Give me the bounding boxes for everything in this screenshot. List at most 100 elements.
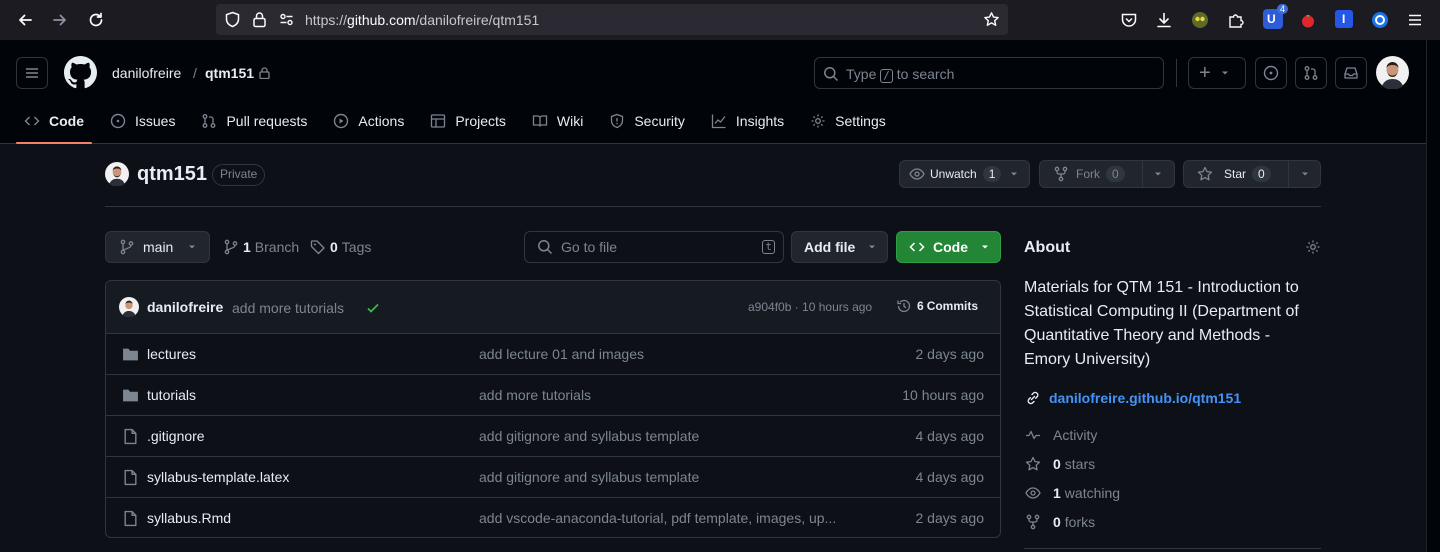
downloads-icon[interactable] — [1155, 11, 1173, 29]
breadcrumb-repo[interactable]: qtm151 — [205, 65, 254, 81]
permissions-icon[interactable] — [278, 11, 295, 28]
file-commit-message[interactable]: add gitignore and syllabus template — [479, 469, 699, 485]
file-commit-message[interactable]: add more tutorials — [479, 387, 591, 403]
file-age: 4 days ago — [915, 428, 985, 444]
fork-count: 0 — [1106, 166, 1125, 182]
file-name[interactable]: lectures — [147, 346, 196, 362]
chevron-down-icon — [1011, 172, 1018, 176]
tab-security[interactable]: Security — [601, 101, 693, 141]
tracking-shield-icon[interactable] — [224, 11, 241, 28]
file-row[interactable]: .gitignore add gitignore and syllabus te… — [106, 416, 1000, 457]
branches-link[interactable]: 1 Branch — [223, 239, 299, 255]
homepage-link[interactable]: danilofreire.github.io/qtm151 — [1025, 390, 1241, 406]
file-age: 10 hours ago — [902, 387, 984, 403]
file-name[interactable]: .gitignore — [147, 428, 205, 444]
tag-icon — [310, 240, 325, 255]
search-icon — [824, 67, 839, 82]
repo-title[interactable]: qtm151 — [137, 163, 207, 186]
breadcrumb-owner[interactable]: danilofreire — [112, 65, 181, 81]
eye-icon — [909, 168, 925, 180]
star-icon — [1025, 456, 1041, 471]
tab-projects[interactable]: Projects — [422, 101, 514, 141]
tab-settings[interactable]: Settings — [802, 101, 894, 141]
commit-hash-time[interactable]: a904f0b · 10 hours ago — [748, 300, 872, 314]
add-file-button[interactable]: Add file — [791, 231, 888, 263]
file-commit-message[interactable]: add gitignore and syllabus template — [479, 428, 699, 444]
github-logo-icon[interactable] — [64, 56, 97, 89]
repo-forked-icon — [1026, 514, 1040, 530]
tomato-extension-icon[interactable] — [1299, 11, 1317, 29]
file-row[interactable]: syllabus-template.latex add gitignore an… — [106, 457, 1000, 498]
file-row[interactable]: lectures add lecture 01 and images 2 day… — [106, 334, 1000, 375]
code-button[interactable]: Code — [896, 231, 1001, 263]
file-age: 2 days ago — [915, 510, 985, 526]
tab-pull-requests[interactable]: Pull requests — [193, 101, 315, 141]
extension-circle-icon[interactable] — [1371, 11, 1389, 29]
lock-icon[interactable] — [251, 11, 268, 28]
visibility-badge: Private — [212, 164, 266, 186]
file-name[interactable]: syllabus-template.latex — [147, 469, 289, 485]
file-row[interactable]: syllabus.Rmd add vscode-anaconda-tutoria… — [106, 498, 1000, 537]
star-button[interactable]: Star 0 — [1183, 160, 1321, 188]
create-new-button[interactable]: + — [1188, 57, 1246, 89]
extensions-puzzle-icon[interactable] — [1227, 11, 1245, 29]
avatar[interactable] — [1376, 56, 1409, 89]
extension-u-icon[interactable]: U 4 — [1263, 4, 1288, 29]
activity-link[interactable]: Activity — [1025, 427, 1097, 443]
branch-select[interactable]: main — [105, 231, 210, 263]
forks-link[interactable]: 0 forks — [1025, 514, 1095, 530]
pocket-icon[interactable] — [1120, 11, 1138, 29]
tab-issues[interactable]: Issues — [102, 101, 183, 141]
go-to-file-input[interactable]: Go to file t — [524, 231, 784, 263]
hamburger-menu-icon[interactable] — [1406, 11, 1424, 29]
gear-icon[interactable] — [1305, 239, 1321, 255]
three-bars-icon — [26, 68, 38, 78]
file-name[interactable]: syllabus.Rmd — [147, 510, 231, 526]
tags-link[interactable]: 0 Tags — [310, 239, 371, 255]
file-row[interactable]: tutorials add more tutorials 10 hours ag… — [106, 375, 1000, 416]
stars-link[interactable]: 0 stars — [1025, 456, 1095, 472]
bookmark-star-icon[interactable] — [983, 11, 1000, 28]
git-branch-icon — [120, 239, 134, 255]
file-icon — [124, 510, 137, 527]
fork-button[interactable]: Fork 0 — [1039, 160, 1175, 188]
file-commit-message[interactable]: add vscode-anaconda-tutorial, pdf templa… — [479, 510, 836, 526]
forward-arrow-icon[interactable] — [51, 11, 69, 29]
tab-code[interactable]: Code — [16, 101, 92, 144]
commit-author-avatar[interactable] — [119, 297, 139, 317]
eye-icon — [1025, 487, 1041, 499]
pull-requests-button[interactable] — [1295, 57, 1327, 89]
owner-avatar[interactable] — [105, 162, 129, 186]
issue-icon — [110, 113, 126, 129]
tab-wiki[interactable]: Wiki — [524, 101, 591, 141]
folder-icon — [123, 348, 138, 361]
latest-commit-bar: danilofreire add more tutorials a904f0b … — [106, 281, 1000, 334]
global-menu-button[interactable] — [16, 57, 48, 89]
tab-actions[interactable]: Actions — [325, 101, 412, 141]
commit-message[interactable]: add more tutorials — [232, 300, 344, 316]
inbox-button[interactable] — [1335, 57, 1367, 89]
address-bar[interactable]: https://github.com/danilofreire/qtm151 — [216, 4, 1008, 35]
tab-insights[interactable]: Insights — [703, 101, 792, 141]
issues-button[interactable] — [1255, 57, 1287, 89]
back-arrow-icon[interactable] — [16, 11, 34, 29]
divider — [105, 206, 1321, 207]
check-icon[interactable] — [365, 300, 381, 316]
extension-i-icon[interactable]: I — [1335, 10, 1353, 28]
about-heading: About — [1024, 239, 1071, 256]
commits-link[interactable]: 6 Commits — [896, 298, 978, 314]
scrollbar[interactable] — [1426, 40, 1440, 552]
pull-request-icon — [203, 114, 216, 128]
file-list: danilofreire add more tutorials a904f0b … — [105, 280, 1001, 538]
commit-author[interactable]: danilofreire — [147, 299, 223, 315]
reload-icon[interactable] — [87, 11, 105, 29]
global-search-input[interactable]: Type / to search — [814, 57, 1164, 89]
private-lock-icon — [259, 67, 270, 79]
watching-link[interactable]: 1 watching — [1025, 485, 1120, 501]
file-name[interactable]: tutorials — [147, 387, 196, 403]
watch-button[interactable]: Unwatch 1 — [899, 160, 1030, 188]
extension-owl-icon[interactable] — [1191, 11, 1209, 29]
url-text: https://github.com/danilofreire/qtm151 — [305, 12, 540, 28]
file-commit-message[interactable]: add lecture 01 and images — [479, 346, 644, 362]
star-count: 0 — [1252, 166, 1271, 182]
